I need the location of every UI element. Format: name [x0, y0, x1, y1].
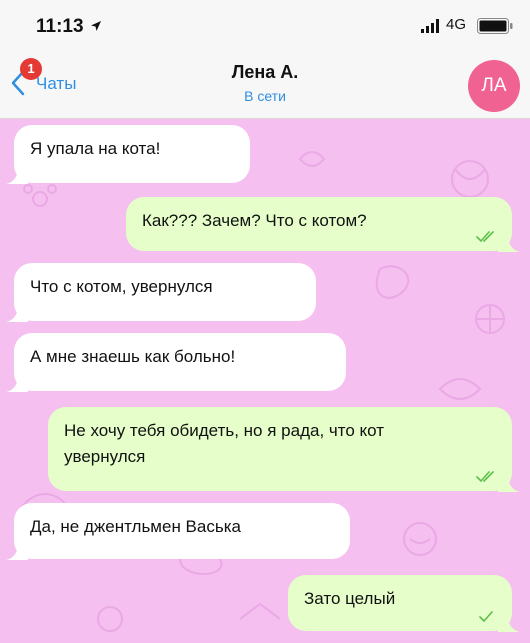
status-bar: 11:13 4G	[0, 0, 530, 50]
bubble-tail	[498, 236, 520, 252]
message-text: Я упала на кота!	[30, 139, 161, 158]
bubble-tail	[6, 306, 28, 322]
bubble-tail	[498, 476, 520, 492]
chat-area[interactable]: Я упала на кота! Как??? Зачем? Что с кот…	[0, 119, 530, 643]
battery-icon	[477, 18, 513, 34]
message-incoming[interactable]: А мне знаешь как больно!	[6, 333, 346, 392]
chat-header: 1 Чаты Лена А. В сети ЛА	[0, 50, 530, 119]
status-time: 11:13	[36, 16, 84, 37]
message-outgoing[interactable]: Не хочу тебя обидеть, но я рада, что кот…	[48, 407, 520, 492]
bubble-tail	[498, 616, 520, 632]
signal-bars-icon	[421, 19, 439, 33]
message-incoming[interactable]: Да, не джентльмен Васька	[6, 503, 350, 560]
message-outgoing[interactable]: Как??? Зачем? Что с котом?	[126, 197, 520, 252]
contact-status: В сети	[244, 88, 286, 104]
message-text: Не хочу тебя обидеть, но я рада, что кот…	[64, 421, 385, 466]
read-double-check-icon	[476, 471, 494, 483]
message-outgoing[interactable]: Зато целый	[288, 575, 520, 632]
message-incoming[interactable]: Я упала на кота!	[6, 125, 250, 184]
bubble-tail	[6, 168, 28, 184]
bubble-tail	[6, 544, 28, 560]
message-incoming[interactable]: Что с котом, увернулся	[6, 263, 316, 322]
avatar[interactable]: ЛА	[468, 60, 520, 112]
network-type: 4G	[446, 16, 467, 33]
contact-name: Лена А.	[231, 62, 299, 82]
message-text: Зато целый	[304, 589, 396, 608]
message-text: Что с котом, увернулся	[30, 277, 213, 296]
message-text: А мне знаешь как больно!	[30, 347, 236, 366]
read-single-check-icon	[479, 611, 493, 623]
bubble-tail	[6, 376, 28, 392]
read-double-check-icon	[476, 231, 494, 243]
message-text: Да, не джентльмен Васька	[30, 517, 241, 536]
location-arrow-icon	[91, 21, 101, 31]
message-text: Как??? Зачем? Что с котом?	[142, 211, 367, 230]
